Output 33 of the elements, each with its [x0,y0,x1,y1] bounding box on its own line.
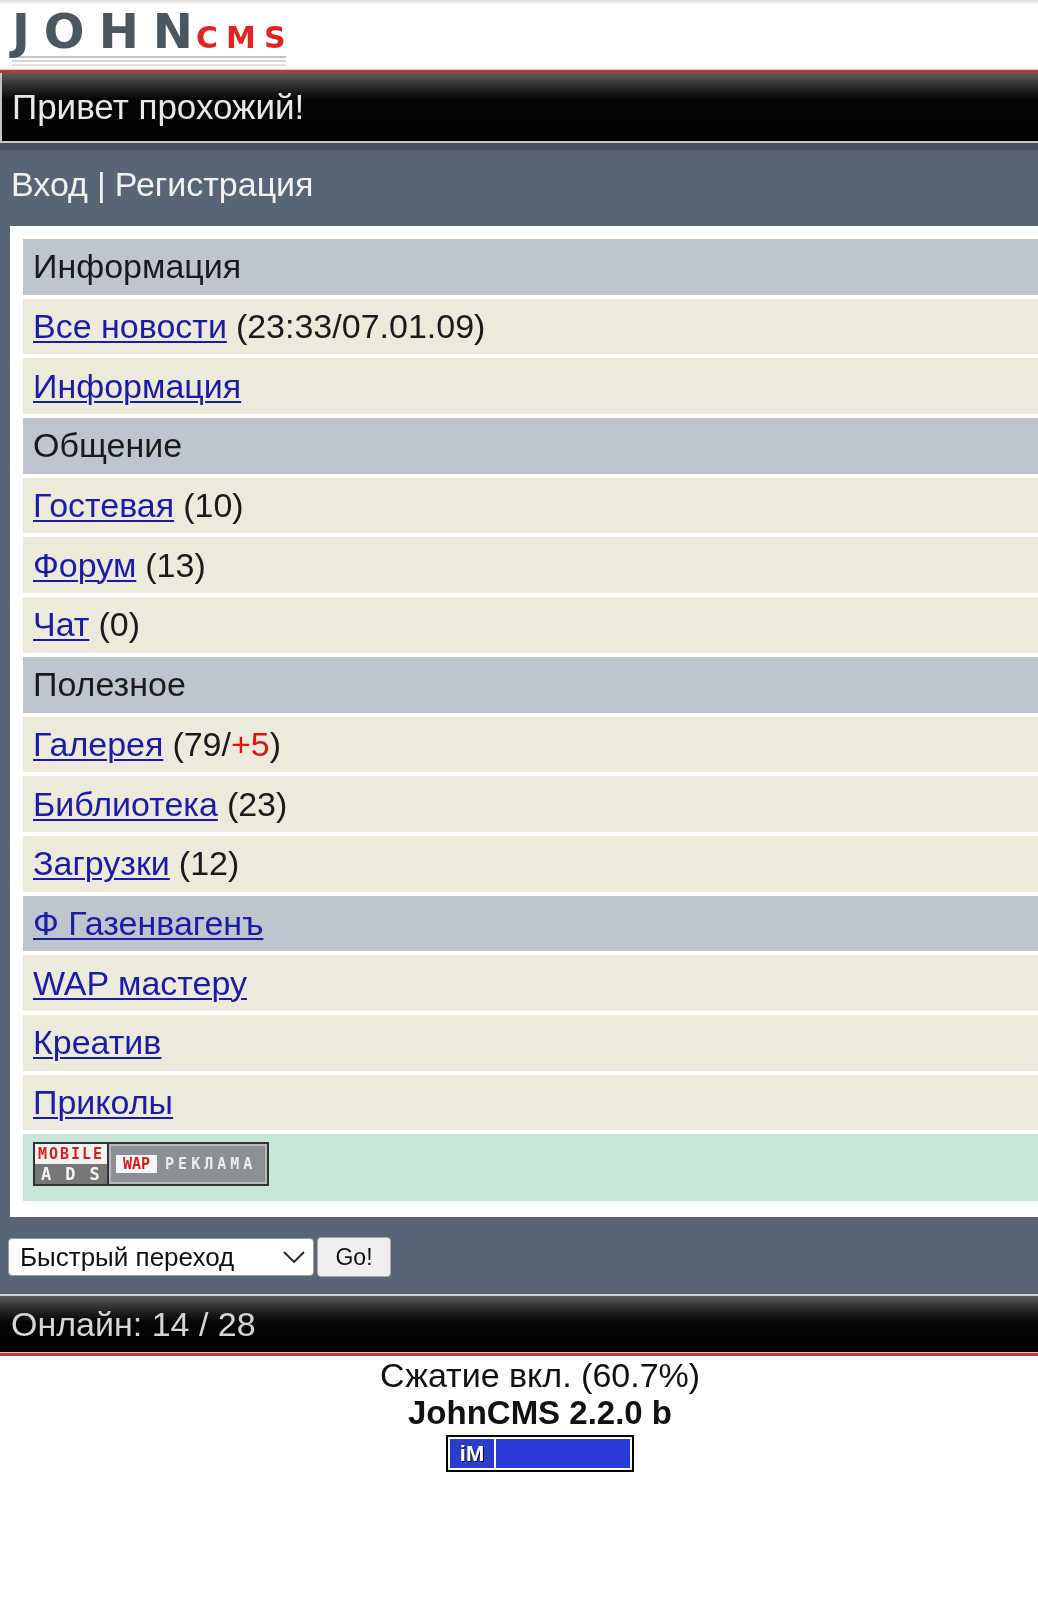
auth-link[interactable]: Регистрация [114,164,314,204]
item-count: (12) [178,844,240,884]
menu-link[interactable]: Форум [33,545,137,585]
menu-link[interactable]: Галерея [33,724,164,764]
version-text: JohnCMS 2.2.0 b [407,1394,673,1433]
item-count: (79/+5) [172,724,282,764]
category-link[interactable]: Ф Газенвагенъ [33,903,264,943]
auth-link[interactable]: Вход [11,164,88,204]
menu-link[interactable]: Гостевая [33,486,175,526]
greeting-bar: Привет прохожий! [0,73,1038,143]
menu-link[interactable]: Чат [33,605,90,645]
menu-link[interactable]: Креатив [33,1023,162,1063]
chevron-down-icon [283,1251,305,1264]
section-heading: Полезное [23,656,1038,713]
online-status-bar: Онлайн: 14 / 28 [0,1294,1038,1354]
menu-link[interactable]: WAP мастеру [33,963,247,1003]
menu-link[interactable]: Приколы [33,1082,174,1122]
item-count: (0) [98,605,140,645]
compression-status: Сжатие вкл. (60.7%) [379,1356,701,1395]
item-count: (23:33/07.01.09) [235,307,486,347]
item-count: (10) [183,486,244,526]
menu-link[interactable]: Библиотека [33,784,218,824]
go-button[interactable]: Go! [317,1237,391,1278]
item-count: (23) [226,784,288,824]
section-heading: Общение [23,418,1038,474]
menu-link[interactable]: Загрузки [33,844,170,884]
menu-link[interactable]: Информация [33,366,242,406]
counter-badge[interactable]: iM [446,1435,634,1473]
section-heading: Информация [23,239,1038,295]
item-count: (13) [145,545,206,585]
menu-link[interactable]: Все новости [33,307,227,347]
link-separator: | [96,164,106,204]
quick-jump-select[interactable]: Быстрый переход [8,1238,314,1277]
